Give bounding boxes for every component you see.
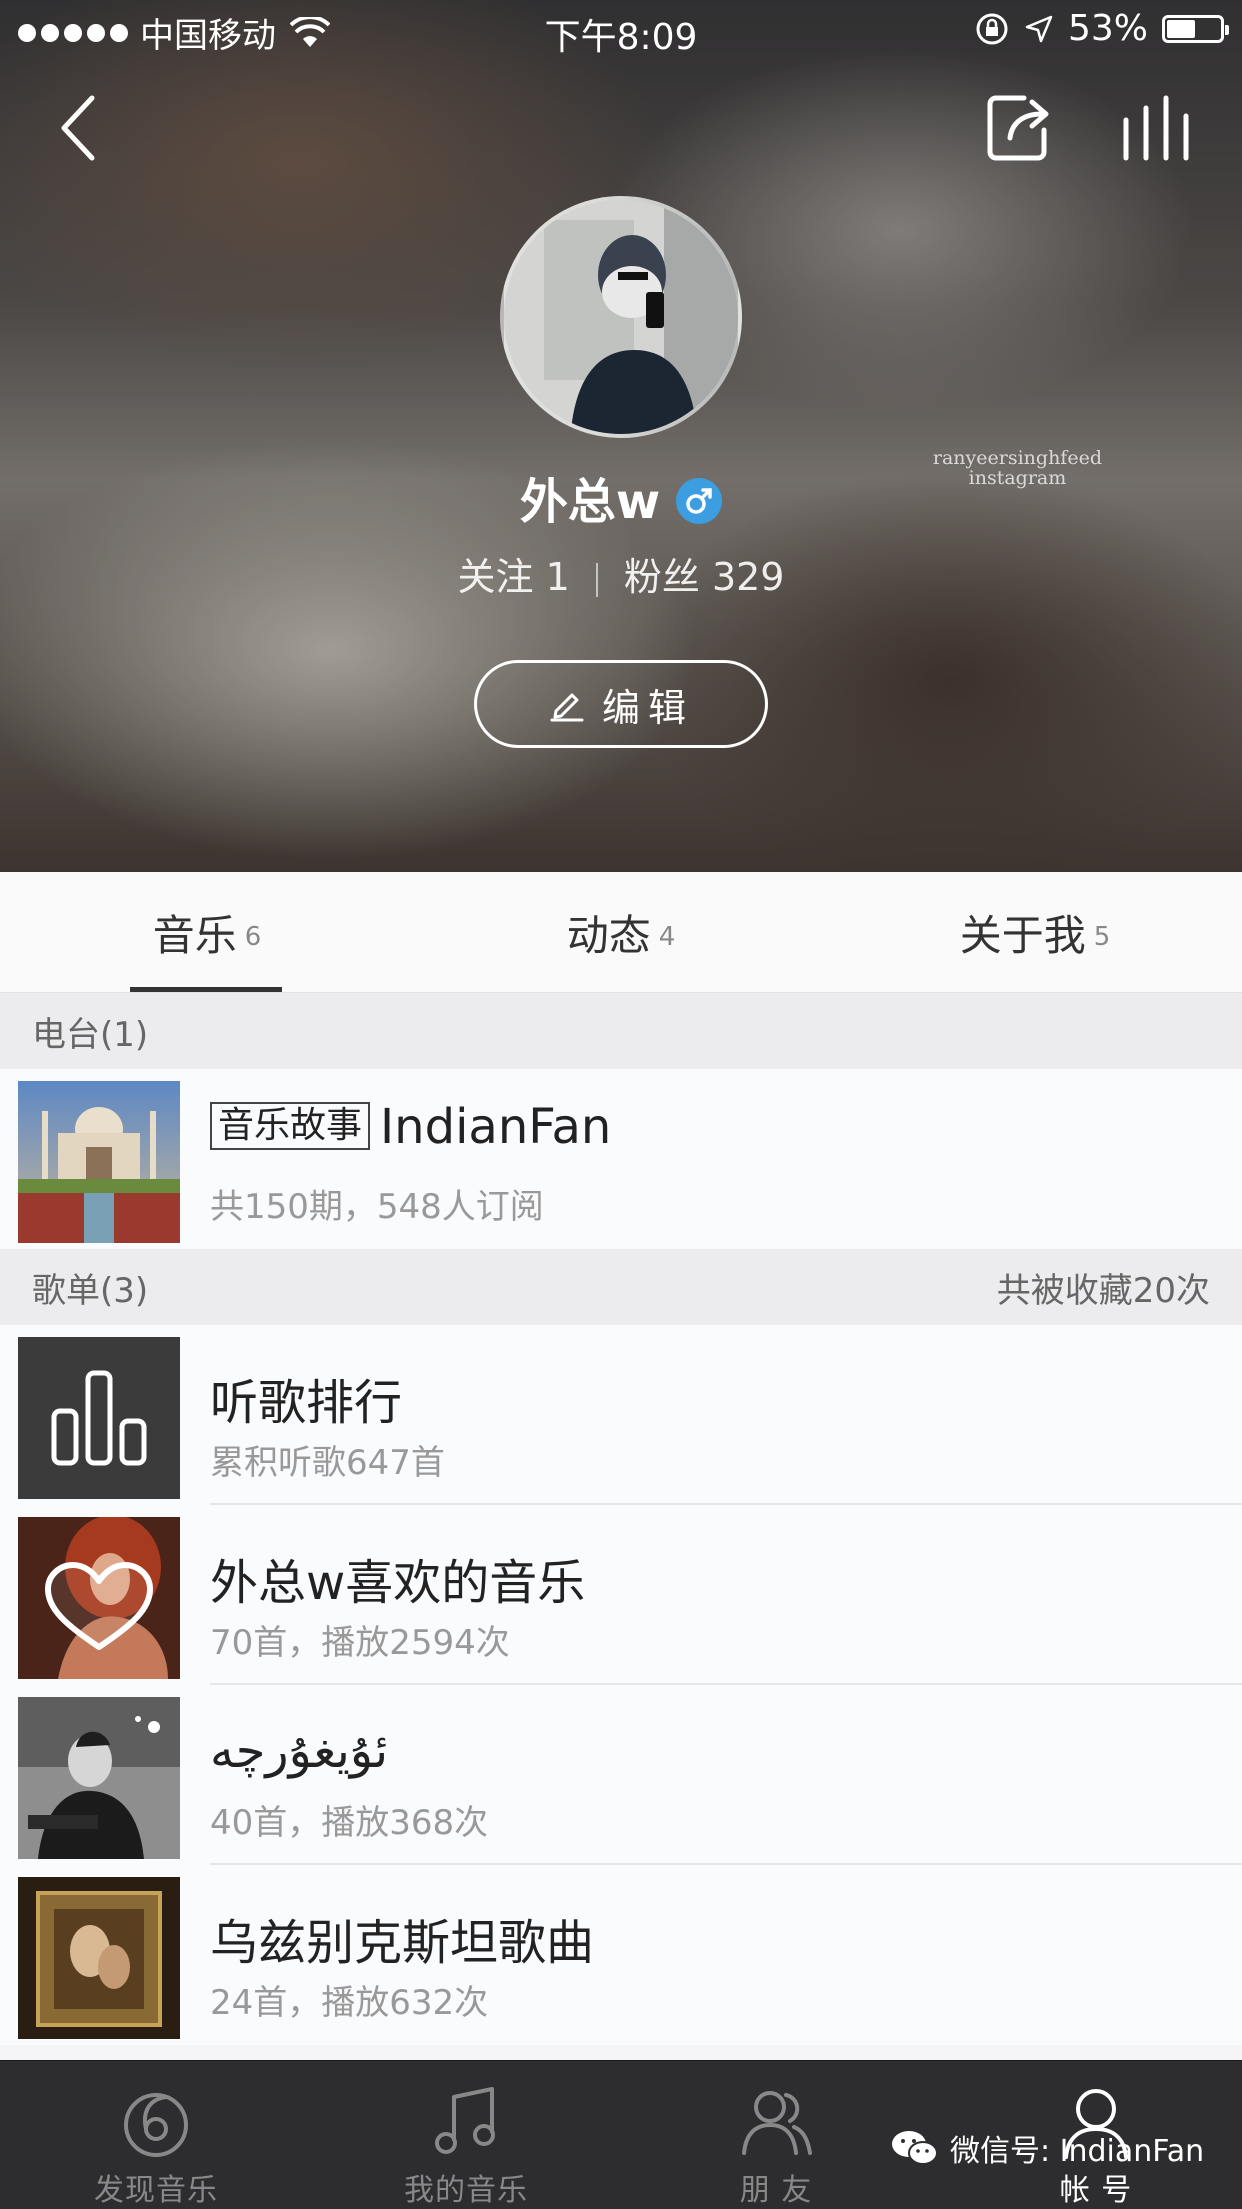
battery-icon xyxy=(1162,14,1229,43)
tabbar-label: 帐 号 xyxy=(1059,2173,1133,2208)
tab-count: 6 xyxy=(244,922,262,952)
radio-subtitle: 共150期，548人订阅 xyxy=(210,1187,544,1227)
tabbar-discover-music[interactable]: 发现音乐 xyxy=(56,2061,256,2209)
radio-title: IndianFan xyxy=(380,1099,612,1155)
fans-count: 329 xyxy=(711,555,785,599)
radio-section-title: 电台(1) xyxy=(32,1014,149,1055)
back-button[interactable] xyxy=(52,88,112,168)
tab-label: 动态 xyxy=(566,910,651,960)
music-note-icon xyxy=(435,2087,495,2154)
status-right: 53% xyxy=(974,8,1229,49)
location-icon xyxy=(1025,15,1053,42)
profile-stats: 关注 1 粉丝 329 xyxy=(0,546,1242,601)
playlist-cover-image xyxy=(18,1517,180,1679)
wechat-icon xyxy=(892,2131,938,2165)
playlist-item[interactable]: 乌兹别克斯坦歌曲 24首，播放632次 xyxy=(0,1865,1242,2045)
tab-label: 音乐 xyxy=(152,910,237,960)
stats-divider xyxy=(595,562,598,597)
playlist-section-header: 歌单(3) 共被收藏20次 xyxy=(0,1249,1242,1325)
tab-count: 5 xyxy=(1093,922,1111,952)
playlist-subtitle: 40首，播放368次 xyxy=(210,1803,489,1843)
tab-count: 4 xyxy=(658,922,676,952)
profile-name-row: 外总w xyxy=(0,462,1242,532)
chevron-left-icon xyxy=(61,95,95,161)
pencil-icon xyxy=(550,693,584,722)
tabbar-label: 朋 友 xyxy=(739,2173,813,2208)
battery-fill xyxy=(1167,19,1195,38)
rotation-lock-icon xyxy=(976,13,1008,44)
battery-percent: 53% xyxy=(1067,8,1148,49)
wechat-watermark-text: 微信号: IndianFan xyxy=(950,2134,1205,2169)
playlist-section-title: 歌单(3) xyxy=(32,1270,149,1311)
wechat-watermark: 微信号: IndianFan xyxy=(890,2126,1204,2170)
radio-item[interactable]: 音乐故事 IndianFan 共150期，548人订阅 xyxy=(0,1069,1242,1249)
tab-label: 关于我 xyxy=(959,910,1086,960)
playlist-item[interactable]: 外总w喜欢的音乐 70首，播放2594次 xyxy=(0,1505,1242,1685)
radio-title-row: 音乐故事 IndianFan xyxy=(210,1099,611,1155)
playlist-title: ئۇيغۇرچە xyxy=(210,1723,389,1779)
avatar-photo xyxy=(504,200,738,434)
playlist-favorited-count: 共被收藏20次 xyxy=(996,1270,1210,1311)
tabbar-friends[interactable]: 朋 友 xyxy=(676,2061,876,2209)
male-icon xyxy=(676,478,723,524)
radio-section-header: 电台(1) xyxy=(0,993,1242,1069)
playlist-cover-image xyxy=(18,1337,180,1499)
follow-stat[interactable]: 关注 1 xyxy=(458,555,570,599)
playlist-cover-image xyxy=(18,1697,180,1859)
playlist-item[interactable]: ئۇيغۇرچە 40首，播放368次 xyxy=(0,1685,1242,1865)
playlist-subtitle: 累积听歌647首 xyxy=(210,1443,445,1483)
playlist-title: 乌兹别克斯坦歌曲 xyxy=(210,1915,595,1971)
share-button[interactable] xyxy=(980,88,1060,168)
ranking-bars-icon xyxy=(18,1337,180,1499)
fans-label: 粉丝 xyxy=(623,555,700,599)
tabbar-label: 我的音乐 xyxy=(404,2173,528,2208)
tab-activity[interactable]: 动态 4 xyxy=(414,872,828,992)
playlist-title: 外总w喜欢的音乐 xyxy=(210,1555,586,1611)
radio-cover-image xyxy=(18,1081,180,1243)
tab-music[interactable]: 音乐 6 xyxy=(0,872,414,992)
share-icon xyxy=(987,95,1049,161)
edit-profile-button[interactable]: 编辑 xyxy=(474,660,768,748)
edit-label: 编辑 xyxy=(601,685,694,730)
fans-stat[interactable]: 粉丝 329 xyxy=(624,555,785,599)
radio-tag: 音乐故事 xyxy=(210,1102,371,1150)
tabbar-label: 发现音乐 xyxy=(94,2173,218,2208)
playlist-item[interactable]: 听歌排行 累积听歌647首 xyxy=(0,1325,1242,1505)
friends-icon xyxy=(742,2091,812,2155)
profile-tabs: 音乐 6 动态 4 关于我 5 xyxy=(0,872,1242,993)
profile-name: 外总w xyxy=(519,474,661,530)
now-playing-button[interactable] xyxy=(1118,90,1198,170)
status-bar: 中国移动 下午8:09 53% xyxy=(0,0,1242,60)
playlist-cover-image xyxy=(18,1877,180,2039)
follow-label: 关注 xyxy=(457,555,534,599)
discover-music-icon xyxy=(124,2093,188,2157)
equalizer-icon xyxy=(1123,95,1189,161)
follow-count: 1 xyxy=(545,555,570,599)
tabbar-my-music[interactable]: 我的音乐 xyxy=(366,2061,566,2209)
avatar[interactable] xyxy=(500,196,742,438)
tab-about-me[interactable]: 关于我 5 xyxy=(828,872,1242,992)
playlist-subtitle: 24首，播放632次 xyxy=(210,1983,489,2023)
playlist-title: 听歌排行 xyxy=(210,1375,403,1431)
playlist-subtitle: 70首，播放2594次 xyxy=(210,1623,510,1663)
